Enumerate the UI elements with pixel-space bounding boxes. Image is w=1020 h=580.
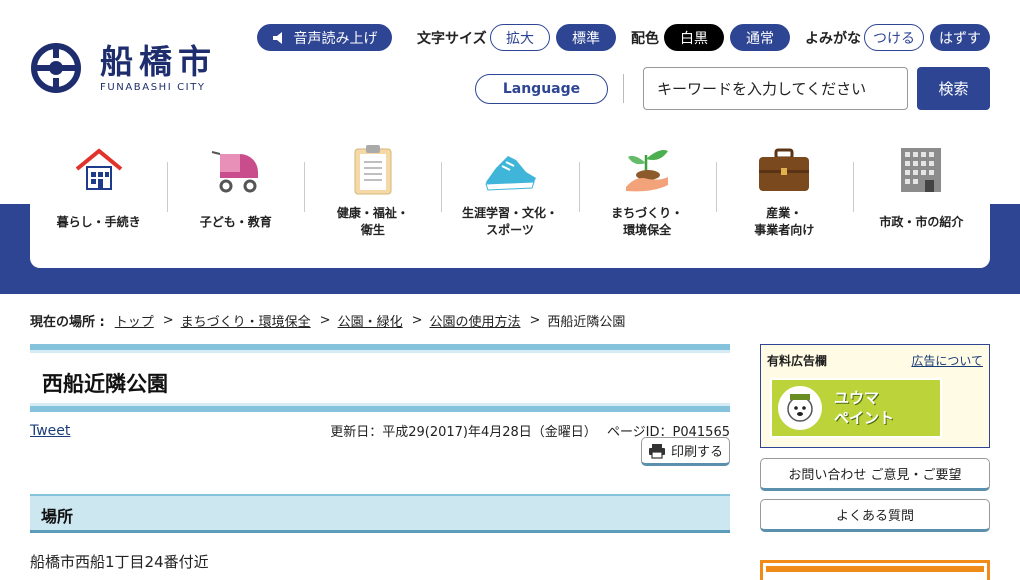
nav-label: 生涯学習・文化・ スポーツ bbox=[461, 206, 558, 237]
text-size-label: 文字サイズ bbox=[417, 31, 487, 47]
section-heading-box: 場所 bbox=[30, 494, 730, 533]
search-input[interactable] bbox=[643, 67, 908, 110]
text-size-standard-button[interactable]: 標準 bbox=[556, 24, 616, 51]
breadcrumb-label: 現在の場所 : bbox=[30, 315, 105, 330]
nav-item-living[interactable]: 暮らし・手続き bbox=[30, 134, 167, 268]
nav-item-business[interactable]: 産業・ 事業者向け bbox=[715, 134, 853, 268]
nav-item-citygov[interactable]: 市政・市の紹介 bbox=[852, 134, 990, 268]
sneaker-icon bbox=[485, 156, 536, 191]
search-button[interactable]: 検索 bbox=[917, 67, 990, 110]
nav-label: 産業・ 事業者向け bbox=[754, 206, 815, 237]
clipboard-icon bbox=[354, 145, 392, 195]
stroller-icon bbox=[211, 151, 258, 193]
logo-roman: FUNABASHI CITY bbox=[100, 81, 206, 93]
read-aloud-label: 音声読み上げ bbox=[293, 30, 378, 47]
updated-date: 更新日：平成29(2017)年4月28日（金曜日） bbox=[330, 425, 597, 440]
sprout-icon bbox=[626, 150, 669, 192]
ad-about-link[interactable]: 広告について bbox=[911, 352, 983, 369]
breadcrumb-link-parks[interactable]: 公園・緑化 bbox=[338, 311, 403, 330]
print-button[interactable]: 印刷する bbox=[641, 437, 730, 466]
building-icon bbox=[901, 148, 942, 192]
ad-banner[interactable]: ユウマ ペイント bbox=[770, 378, 942, 438]
printer-icon bbox=[648, 443, 665, 459]
breadcrumb-separator: > bbox=[411, 313, 423, 328]
contact-button[interactable]: お問い合わせ ご意見・ご要望 bbox=[760, 458, 990, 491]
color-scheme-label: 配色 bbox=[631, 31, 659, 47]
page-title-box: 西船近隣公園 bbox=[30, 344, 730, 412]
house-icon bbox=[75, 148, 122, 190]
logo-kanji: 船橋市 bbox=[100, 41, 217, 81]
furigana-off-button[interactable]: はずす bbox=[930, 24, 990, 51]
ad-text-line1: ユウマ bbox=[834, 389, 880, 407]
location-text: 船橋市西船1丁目24番付近 bbox=[30, 553, 209, 571]
tweet-link[interactable]: Tweet bbox=[30, 423, 70, 439]
read-aloud-button[interactable]: 音声読み上げ bbox=[257, 24, 392, 51]
breadcrumb-link-community[interactable]: まちづくり・環境保全 bbox=[181, 311, 311, 330]
ad-box: 有料広告欄 広告について ユウマ ペイント bbox=[760, 344, 990, 448]
breadcrumb: 現在の場所 : トップ > まちづくり・環境保全 > 公園・緑化 > 公園の使用… bbox=[30, 311, 625, 330]
breadcrumb-separator: > bbox=[529, 313, 541, 328]
ad-label: 有料広告欄 bbox=[767, 354, 828, 368]
briefcase-icon bbox=[759, 148, 810, 191]
nav-label: 健康・福祉・ 衛生 bbox=[336, 206, 409, 237]
language-button[interactable]: Language bbox=[475, 74, 608, 104]
ad-text-line2: ペイント bbox=[834, 409, 895, 427]
global-nav: 暮らし・手続き 子ども・教育 健康・福祉・ 衛生 生涯学習・文化・ スポーツ ま… bbox=[30, 134, 990, 268]
breadcrumb-link-park-usage[interactable]: 公園の使用方法 bbox=[430, 311, 521, 330]
nav-label: 暮らし・手続き bbox=[56, 214, 141, 229]
breadcrumb-link-top[interactable]: トップ bbox=[115, 311, 154, 330]
nav-label: 市政・市の紹介 bbox=[879, 214, 964, 229]
city-emblem-icon bbox=[31, 43, 81, 93]
speaker-icon bbox=[272, 31, 282, 44]
page-title: 西船近隣公園 bbox=[42, 372, 168, 396]
color-normal-button[interactable]: 通常 bbox=[730, 24, 790, 51]
nav-item-learning[interactable]: 生涯学習・文化・ スポーツ bbox=[441, 134, 578, 268]
furigana-label: よみがな bbox=[805, 31, 861, 47]
nav-item-children[interactable]: 子ども・教育 bbox=[167, 134, 304, 268]
breadcrumb-separator: > bbox=[319, 313, 331, 328]
nav-label: まちづくり・ 環境保全 bbox=[611, 206, 684, 237]
header-divider bbox=[623, 74, 624, 103]
section-title: 場所 bbox=[41, 507, 74, 526]
ad-mascot-icon bbox=[778, 386, 822, 430]
nav-item-health[interactable]: 健康・福祉・ 衛生 bbox=[304, 134, 441, 268]
nav-label: 子ども・教育 bbox=[199, 214, 272, 229]
print-label: 印刷する bbox=[670, 445, 723, 460]
site-logo[interactable]: 船橋市 FUNABASHI CITY bbox=[30, 40, 230, 96]
furigana-on-button[interactable]: つける bbox=[864, 24, 924, 51]
color-white-black-button[interactable]: 白黒 bbox=[664, 24, 724, 51]
nav-item-community[interactable]: まちづくり・ 環境保全 bbox=[578, 134, 716, 268]
orange-panel bbox=[760, 560, 990, 580]
breadcrumb-separator: > bbox=[162, 313, 174, 328]
breadcrumb-current: 西船近隣公園 bbox=[547, 315, 626, 330]
text-size-enlarge-button[interactable]: 拡大 bbox=[490, 24, 550, 51]
faq-button[interactable]: よくある質問 bbox=[760, 499, 990, 532]
